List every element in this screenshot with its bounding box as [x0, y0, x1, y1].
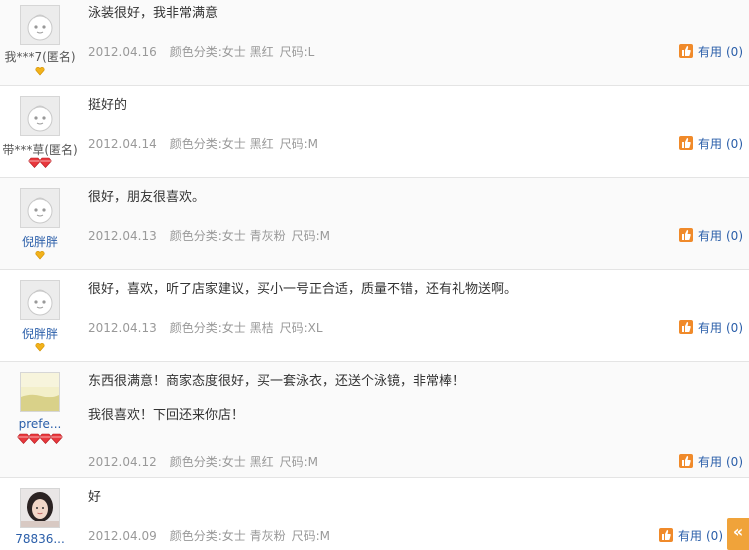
useful-label: 有用 — [697, 229, 722, 243]
size-info: 尺码:M — [279, 455, 318, 469]
useful-button[interactable]: 有用 (0) — [678, 319, 743, 336]
photo-avatar-icon — [21, 489, 59, 527]
thumbs-up-icon — [678, 44, 693, 58]
heart-rank-icon — [35, 250, 45, 260]
useful-label: 有用 — [697, 137, 722, 151]
review-meta: 2012.04.13 颜色分类:女士 黑桔 尺码:XL — [88, 319, 342, 336]
user-avatar[interactable] — [20, 5, 60, 45]
review-item: 倪胖胖 很好，朋友很喜欢。 2012.04.13 颜色分类:女士 青灰粉 尺码:M … — [0, 178, 749, 270]
review-item: 带***草(匿名) 挺好的 2012.04.14 颜色分类:女士 黑红 尺码:M 有… — [0, 86, 749, 178]
thumbs-up-icon — [658, 528, 673, 542]
thumbs-up-icon — [678, 228, 693, 242]
user-avatar[interactable] — [20, 280, 60, 320]
user-name: 带***草(匿名) — [2, 143, 78, 157]
review-meta: 2012.04.12 颜色分类:女士 黑红 尺码:M — [88, 453, 337, 470]
useful-label: 有用 — [697, 321, 722, 335]
useful-count: (0) — [726, 455, 743, 469]
user-name[interactable]: prefe... — [0, 417, 80, 431]
review-date: 2012.04.13 — [88, 229, 157, 243]
user-name: 我***7(匿名) — [4, 50, 76, 64]
review-meta: 2012.04.09 颜色分类:女士 青灰粉 尺码:M — [88, 527, 349, 544]
color-category: 颜色分类:女士 黑红 — [169, 137, 274, 151]
buyer-rank — [0, 433, 80, 445]
review-item: 78836... 好 2012.04.09 颜色分类:女士 青灰粉 尺码:M 有用 (… — [0, 478, 749, 550]
review-text: 泳装很好，我非常满意 — [88, 6, 219, 21]
useful-label: 有用 — [697, 45, 722, 59]
default-avatar-icon — [21, 6, 59, 44]
review-meta: 2012.04.14 颜色分类:女士 黑红 尺码:M — [88, 135, 337, 152]
useful-button[interactable]: 有用 (0) — [658, 527, 723, 544]
useful-button[interactable]: 有用 (0) — [678, 227, 743, 244]
review-text: 好 — [88, 490, 102, 505]
review-item: 我***7(匿名) 泳装很好，我非常满意 2012.04.16 颜色分类:女士 黑… — [0, 0, 749, 86]
user-avatar[interactable] — [20, 372, 60, 412]
review-text: 挺好的 — [88, 98, 128, 113]
buyer-rank — [0, 157, 80, 169]
thumbs-up-icon — [678, 136, 693, 150]
useful-count: (0) — [706, 529, 723, 543]
size-info: 尺码:M — [291, 229, 330, 243]
useful-button[interactable]: 有用 (0) — [678, 135, 743, 152]
review-content: 好 — [88, 489, 101, 507]
review-content: 东西很满意！商家态度很好，买一套泳衣，还送个泳镜，非常棒！ 我很喜欢！下回还来你… — [88, 373, 465, 425]
size-info: 尺码:XL — [279, 321, 323, 335]
review-content: 很好，喜欢，听了店家建议，买小一号正合适，质量不错，还有礼物送啊。 — [88, 281, 517, 299]
heart-rank-icon — [35, 342, 45, 352]
color-category: 颜色分类:女士 青灰粉 — [169, 529, 286, 543]
review-meta: 2012.04.13 颜色分类:女士 青灰粉 尺码:M — [88, 227, 349, 244]
review-date: 2012.04.14 — [88, 137, 157, 151]
heart-rank-icon — [35, 66, 45, 76]
user-name[interactable]: 78836... — [0, 532, 80, 546]
user-avatar[interactable] — [20, 188, 60, 228]
diamond-rank-icon — [39, 157, 52, 168]
default-avatar-icon — [21, 97, 59, 135]
buyer-rank — [0, 66, 80, 78]
size-info: 尺码:M — [291, 529, 330, 543]
review-item: 倪胖胖 很好，喜欢，听了店家建议，买小一号正合适，质量不错，还有礼物送啊。 20… — [0, 270, 749, 362]
buyer-rank — [0, 250, 80, 262]
diamond-rank-icon — [50, 433, 63, 444]
user-avatar[interactable] — [20, 96, 60, 136]
useful-button[interactable]: 有用 (0) — [678, 43, 743, 60]
color-category: 颜色分类:女士 黑红 — [169, 455, 274, 469]
buyer-rank — [0, 342, 80, 354]
useful-count: (0) — [726, 229, 743, 243]
collapse-sidebar-button[interactable]: « — [727, 518, 749, 550]
user-avatar[interactable] — [20, 488, 60, 528]
useful-button[interactable]: 有用 (0) — [678, 453, 743, 470]
default-avatar-icon — [21, 281, 59, 319]
review-followup-text: 我很喜欢！下回还来你店！ — [88, 408, 245, 423]
useful-count: (0) — [726, 45, 743, 59]
color-category: 颜色分类:女士 青灰粉 — [169, 229, 286, 243]
user-name[interactable]: 倪胖胖 — [0, 233, 80, 250]
review-date: 2012.04.16 — [88, 45, 157, 59]
review-text: 东西很满意！商家态度很好，买一套泳衣，还送个泳镜，非常棒！ — [88, 374, 466, 389]
review-content: 泳装很好，我非常满意 — [88, 5, 218, 23]
review-meta: 2012.04.16 颜色分类:女士 黑红 尺码:L — [88, 43, 333, 60]
size-info: 尺码:L — [279, 45, 315, 59]
useful-count: (0) — [726, 137, 743, 151]
review-content: 很好，朋友很喜欢。 — [88, 189, 205, 207]
color-category: 颜色分类:女士 黑红 — [169, 45, 274, 59]
review-text: 很好，喜欢，听了店家建议，买小一号正合适，质量不错，还有礼物送啊。 — [88, 282, 518, 297]
landscape-avatar-icon — [21, 373, 59, 411]
review-content: 挺好的 — [88, 97, 127, 115]
review-item: prefe... 东西很满意！商家态度很好，买一套泳衣，还送个泳镜，非常棒！ 我… — [0, 362, 749, 478]
useful-count: (0) — [726, 321, 743, 335]
review-date: 2012.04.09 — [88, 529, 157, 543]
review-date: 2012.04.13 — [88, 321, 157, 335]
review-date: 2012.04.12 — [88, 455, 157, 469]
review-text: 很好，朋友很喜欢。 — [88, 190, 206, 205]
size-info: 尺码:M — [279, 137, 318, 151]
color-category: 颜色分类:女士 黑桔 — [169, 321, 274, 335]
default-avatar-icon — [21, 189, 59, 227]
thumbs-up-icon — [678, 320, 693, 334]
useful-label: 有用 — [697, 455, 722, 469]
useful-label: 有用 — [677, 529, 702, 543]
thumbs-up-icon — [678, 454, 693, 468]
user-name[interactable]: 倪胖胖 — [0, 325, 80, 342]
